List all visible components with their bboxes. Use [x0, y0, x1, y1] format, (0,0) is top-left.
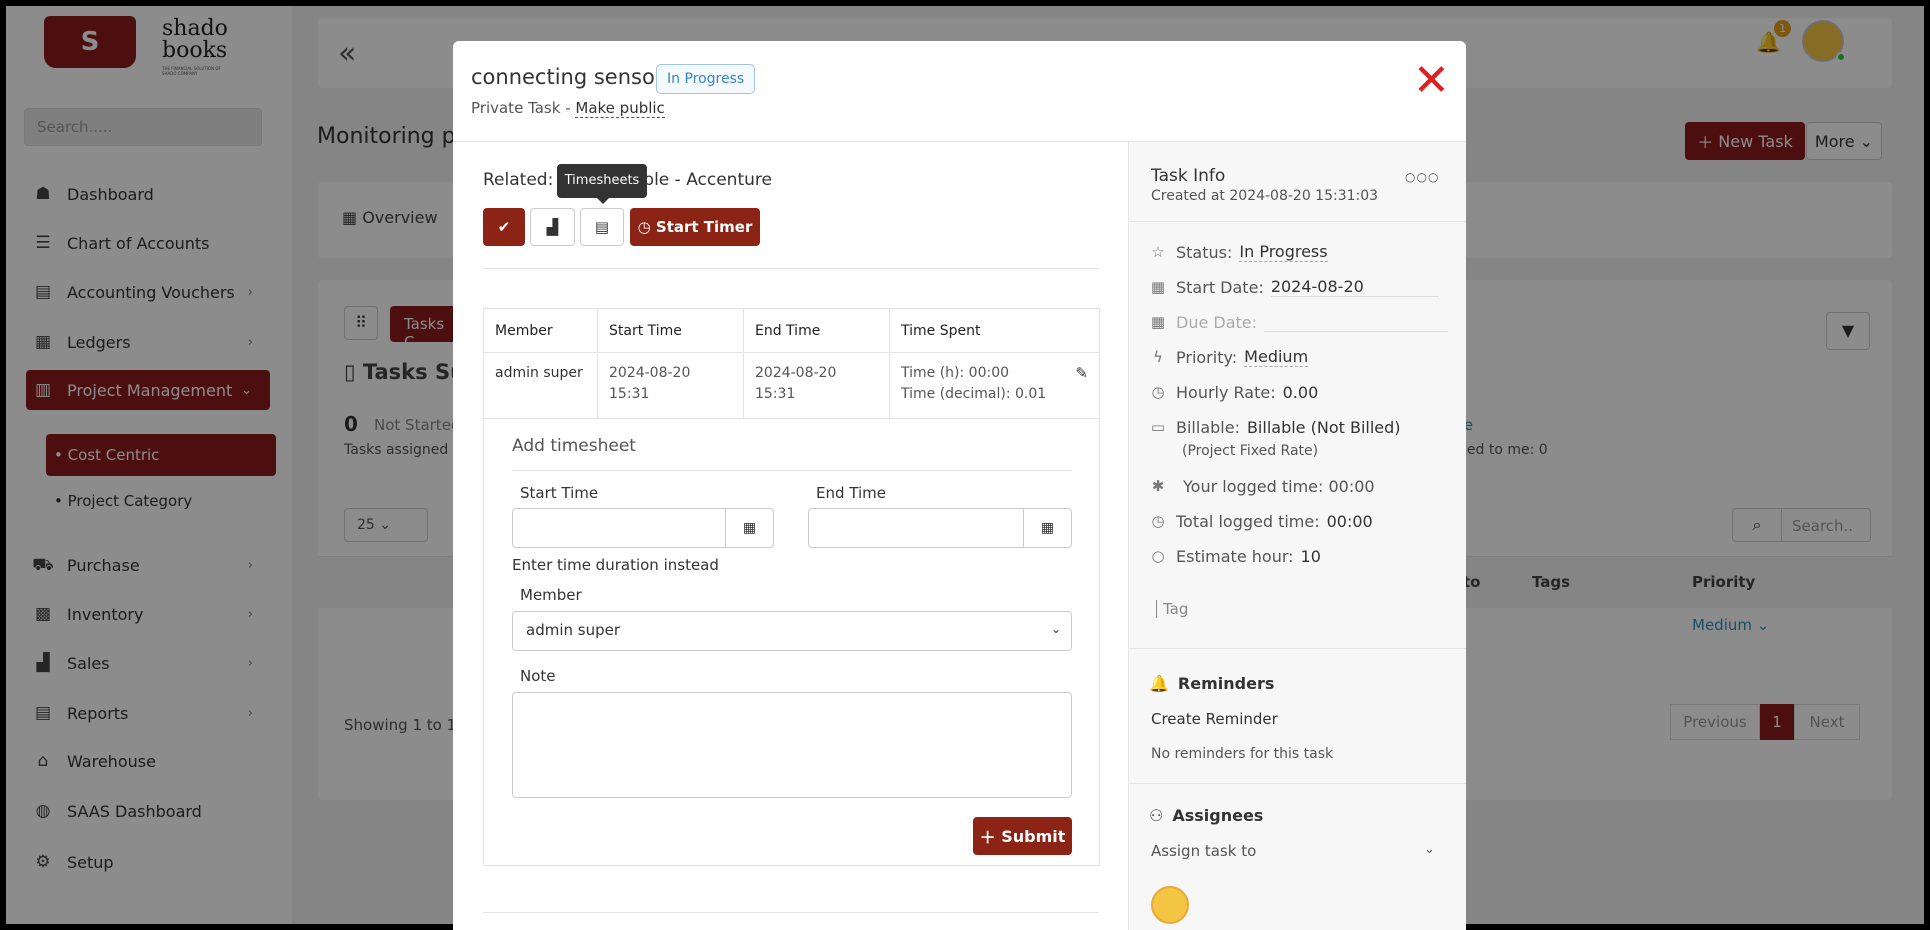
bell-icon: 🔔 — [1149, 674, 1169, 693]
end-time-label: End Time — [816, 484, 886, 502]
status-badge: In Progress — [656, 64, 756, 94]
calendar-icon: ▦ — [1150, 278, 1166, 296]
divider — [1129, 648, 1466, 649]
member-select[interactable]: admin super ⌄ — [512, 611, 1072, 651]
circle-icon: ○ — [1151, 547, 1165, 565]
add-timesheet-form: Add timesheet Start Time End Time ▦ ▦ En… — [483, 418, 1100, 866]
bolt-icon: ϟ — [1153, 348, 1163, 366]
table-header-row: Member Start Time End Time Time Spent — [483, 308, 1100, 353]
tooltip: Timesheets — [557, 164, 647, 198]
priority-row: ϟ Priority: Medium — [1149, 345, 1449, 369]
chevron-down-icon: ⌄ — [1050, 622, 1061, 636]
clock-icon: ◷ — [1151, 383, 1165, 401]
start-date-row: ▦ Start Date: 2024-08-20 — [1149, 275, 1449, 299]
duration-link[interactable]: Enter time duration instead — [512, 556, 719, 574]
clock-icon: ◷ — [1151, 512, 1165, 530]
table-row: admin super 2024-08-20 15:31 2024-08-20 15… — [483, 352, 1100, 419]
calendar-icon[interactable]: ▦ — [1023, 509, 1071, 547]
no-reminders-text: No reminders for this task — [1151, 746, 1334, 762]
created-at: Created at 2024-08-20 15:31:03 — [1151, 188, 1379, 204]
statistics-button[interactable]: ▟ — [530, 208, 575, 246]
check-icon: ✔ — [497, 218, 511, 236]
tag-input[interactable]: Tag — [1156, 600, 1188, 618]
divider — [1129, 221, 1466, 222]
reminders-title: 🔔 Reminders — [1149, 674, 1275, 693]
edit-icon[interactable]: ✎ — [1075, 363, 1088, 384]
start-timer-button[interactable]: ◷ Start Timer — [630, 208, 760, 246]
calendar-check-icon: ▦ — [1150, 313, 1166, 331]
billable-value: Billable (Not Billed) — [1246, 417, 1401, 437]
more-options-icon[interactable]: ○○○ — [1405, 170, 1439, 184]
your-logged-row: ✱ Your logged time: 00:00 — [1149, 474, 1449, 498]
credit-card-icon: ▭ — [1150, 418, 1166, 436]
task-visibility: Private Task - Make public — [471, 99, 665, 118]
status-row: ☆ Status: In Progress — [1149, 240, 1449, 264]
clock-icon: ◷ — [637, 218, 651, 236]
column-header: Member — [483, 308, 598, 353]
make-public-link[interactable]: Make public — [575, 99, 665, 118]
assign-task-select[interactable]: Assign task to — [1151, 842, 1256, 860]
divider — [512, 470, 1072, 471]
start-time-label: Start Time — [520, 484, 599, 502]
hourly-rate-value: 0.00 — [1282, 382, 1319, 402]
users-icon: ⚇ — [1149, 806, 1164, 825]
total-logged-value: 00:00 — [1326, 511, 1373, 531]
time-spent-cell: ✎ Time (h): 00:00 Time (decimal): 0.01 — [889, 352, 1100, 419]
member-label: Member — [520, 586, 582, 604]
priority-value[interactable]: Medium — [1244, 347, 1309, 367]
column-header: Time Spent — [889, 308, 1100, 353]
submit-button[interactable]: ＋ Submit — [973, 817, 1072, 855]
mark-complete-button[interactable]: ✔ — [483, 208, 525, 246]
task-info-panel: Task Info Created at 2024-08-20 15:31:03… — [1128, 142, 1466, 930]
total-logged-row: ◷ Total logged time: 00:00 — [1149, 509, 1449, 533]
task-modal: connecting sensor In Progress Private Ta… — [453, 41, 1466, 930]
assignee-avatar[interactable] — [1151, 886, 1189, 924]
end-time-cell: 2024-08-20 15:31 — [743, 352, 890, 419]
timesheets-button[interactable]: ▤ — [580, 208, 624, 246]
column-header: End Time — [743, 308, 890, 353]
star-icon: ☆ — [1151, 243, 1165, 261]
tooltip-arrow — [597, 198, 609, 204]
start-time-input[interactable]: ▦ — [512, 508, 774, 548]
billable-note: (Project Fixed Rate) — [1182, 443, 1319, 459]
estimate-row: ○ Estimate hour: 10 — [1149, 544, 1449, 568]
table-icon: ▤ — [594, 218, 610, 236]
chevron-down-icon[interactable]: ⌄ — [1424, 842, 1435, 857]
close-icon[interactable]: ✕ — [1413, 59, 1450, 103]
task-info-title: Task Info — [1151, 166, 1226, 186]
note-label: Note — [520, 667, 556, 685]
asterisk-icon: ✱ — [1151, 477, 1165, 495]
column-header: Start Time — [597, 308, 744, 353]
timesheet-table: Member Start Time End Time Time Spent ad… — [483, 308, 1100, 419]
calendar-icon[interactable]: ▦ — [725, 509, 773, 547]
due-date-input[interactable] — [1264, 312, 1449, 332]
modal-main: Related: #ring people - Accenture Timesh… — [453, 142, 1128, 930]
divider — [483, 268, 1099, 269]
start-date-value[interactable]: 2024-08-20 — [1270, 277, 1439, 297]
estimate-value: 10 — [1300, 546, 1321, 566]
modal-header: connecting sensor In Progress Private Ta… — [453, 41, 1466, 142]
start-time-cell: 2024-08-20 15:31 — [597, 352, 744, 419]
divider — [483, 912, 1099, 913]
billable-row: ▭ Billable: Billable (Not Billed) — [1150, 417, 1401, 437]
hourly-rate-row: ◷ Hourly Rate: 0.00 — [1149, 380, 1449, 404]
due-date-row: ▦ Due Date: — [1149, 310, 1449, 334]
status-value[interactable]: In Progress — [1239, 242, 1328, 262]
add-timesheet-title: Add timesheet — [512, 436, 636, 456]
create-reminder-link[interactable]: Create Reminder — [1151, 710, 1278, 728]
divider — [1129, 783, 1466, 784]
task-title: connecting sensor — [471, 65, 664, 89]
bar-chart-icon: ▟ — [546, 218, 559, 236]
end-time-input[interactable]: ▦ — [808, 508, 1072, 548]
assignees-title: ⚇ Assignees — [1149, 806, 1264, 825]
member-cell: admin super — [483, 352, 598, 419]
note-textarea[interactable] — [512, 692, 1072, 798]
